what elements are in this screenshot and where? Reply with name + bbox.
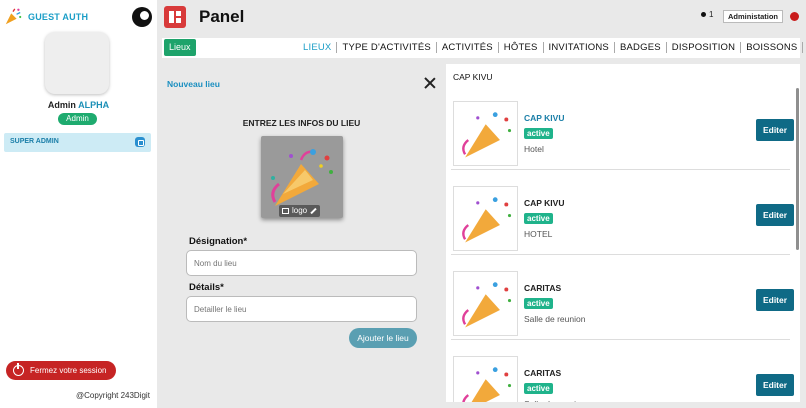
avatar — [45, 32, 109, 94]
current-section-tag: Lieux — [164, 39, 196, 56]
status-badge: active — [524, 383, 553, 394]
notification-indicator[interactable]: 1 — [701, 10, 713, 19]
logo-edit-chip[interactable]: logo — [279, 205, 321, 217]
place-image — [453, 186, 518, 251]
status-badge: active — [524, 128, 553, 139]
list-item: CARITAS active Salle de reunion Editer — [451, 355, 794, 402]
place-image — [453, 271, 518, 336]
nav-link-hotes[interactable]: HÔTES — [499, 42, 544, 53]
current-section-label: Lieux — [169, 42, 191, 52]
nav-link-type-activites[interactable]: TYPE D'ACTIVITÉS — [337, 42, 437, 53]
designation-input[interactable] — [186, 250, 417, 276]
edit-button[interactable]: Editer — [756, 374, 794, 396]
panel-icon — [164, 6, 186, 28]
role-tag[interactable]: Administation — [723, 10, 783, 23]
place-name[interactable]: CAP KIVU — [524, 113, 564, 123]
notification-count: 1 — [709, 10, 714, 19]
add-place-button[interactable]: Ajouter le lieu — [349, 328, 417, 348]
pencil-icon — [310, 207, 317, 215]
list-item: CARITAS active Salle de reunion Editer — [451, 270, 794, 340]
edit-button[interactable]: Editer — [756, 119, 794, 141]
place-type: Salle de reunion — [524, 399, 585, 402]
logo-label: logo — [292, 206, 308, 215]
place-type: Hotel — [524, 144, 544, 154]
party-popper-icon — [5, 8, 22, 25]
sidebar-item-super-admin[interactable]: SUPER ADMIN — [4, 133, 151, 152]
place-name[interactable]: CARITAS — [524, 368, 561, 378]
user-name: Admin ALPHA — [0, 100, 157, 110]
party-popper-icon — [462, 197, 512, 243]
status-badge: active — [524, 298, 553, 309]
logo-upload[interactable]: logo — [261, 136, 343, 218]
party-popper-icon — [462, 112, 512, 158]
party-popper-icon — [462, 282, 512, 328]
form-heading: ENTREZ LES INFOS DU LIEU — [242, 118, 361, 128]
place-type: HOTEL — [524, 229, 553, 239]
sidebar: GUEST AUTH Admin ALPHA Admin SUPER ADMIN… — [0, 0, 157, 408]
user-last-name: ALPHA — [78, 100, 110, 110]
status-badge: active — [524, 213, 553, 224]
status-dot-icon — [790, 12, 799, 21]
notification-dot-icon — [701, 12, 706, 17]
nav-link-badges[interactable]: BADGES — [615, 42, 667, 53]
list-item: CAP KIVU active HOTEL Editer — [451, 185, 794, 255]
nav-link-boissons[interactable]: BOISSONS — [741, 42, 804, 53]
form-title: Nouveau lieu — [167, 79, 220, 89]
image-icon — [282, 208, 289, 214]
user-first-name: Admin — [47, 100, 76, 110]
power-icon — [13, 363, 24, 376]
top-header: Panel 1 Administation — [157, 0, 806, 36]
page-title: Panel — [199, 7, 245, 26]
role-badge: Admin — [58, 113, 97, 125]
nav-links: LIEUX TYPE D'ACTIVITÉS ACTIVITÉS HÔTES I… — [298, 42, 806, 53]
nav-link-lieux[interactable]: LIEUX — [298, 42, 338, 53]
places-list: CAP KIVU CAP KIVU active Hotel Editer CA… — [446, 64, 800, 402]
details-label: Détails* — [189, 282, 224, 293]
nav-bar: Lieux LIEUX TYPE D'ACTIVITÉS ACTIVITÉS H… — [162, 38, 804, 58]
app-name: GUEST AUTH — [28, 12, 89, 22]
edit-button[interactable]: Editer — [756, 289, 794, 311]
theme-toggle-icon[interactable] — [132, 7, 152, 27]
brand[interactable]: GUEST AUTH — [4, 8, 88, 26]
scrollbar[interactable] — [796, 88, 799, 250]
copyright: @Copyright 243Digit — [76, 391, 150, 400]
details-input[interactable] — [186, 296, 417, 322]
party-popper-icon — [462, 367, 512, 402]
list-header: CAP KIVU — [453, 72, 493, 82]
logout-button[interactable]: Fermez votre session — [6, 361, 116, 380]
place-name[interactable]: CAP KIVU — [524, 198, 564, 208]
sidebar-item-label: SUPER ADMIN — [10, 138, 59, 145]
designation-label: Désignation* — [189, 236, 248, 247]
nav-link-invitations[interactable]: INVITATIONS — [544, 42, 615, 53]
place-type: Salle de reunion — [524, 314, 586, 324]
place-name[interactable]: CARITAS — [524, 283, 561, 293]
logout-label: Fermez votre session — [30, 366, 107, 375]
place-image — [453, 356, 518, 402]
nav-link-disposition[interactable]: DISPOSITION — [667, 42, 742, 53]
admin-icon — [135, 137, 145, 147]
list-item: CAP KIVU active Hotel Editer — [451, 100, 794, 170]
place-image — [453, 101, 518, 166]
nav-link-activites[interactable]: ACTIVITÉS — [437, 42, 499, 53]
close-icon[interactable] — [423, 76, 437, 90]
edit-button[interactable]: Editer — [756, 204, 794, 226]
